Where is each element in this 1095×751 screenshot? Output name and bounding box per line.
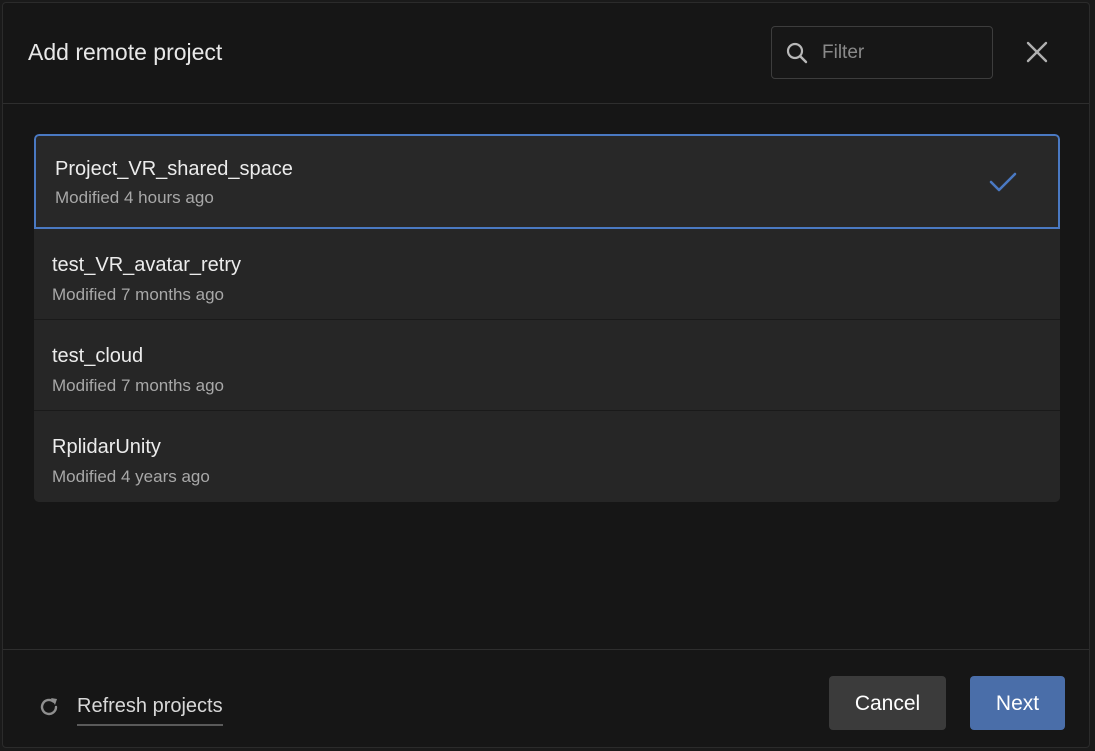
dialog-title: Add remote project	[28, 39, 223, 65]
check-icon	[989, 172, 1017, 192]
close-icon	[1026, 41, 1048, 63]
refresh-projects-link[interactable]: Refresh projects	[37, 687, 223, 726]
filter-input[interactable]	[822, 27, 982, 78]
dialog-footer: Refresh projects Cancel Next	[3, 649, 1089, 749]
next-button[interactable]: Next	[970, 676, 1065, 730]
project-item-selected[interactable]: Project_VR_shared_space Modified 4 hours…	[34, 134, 1060, 229]
project-modified: Modified 7 months ago	[52, 376, 224, 395]
close-button[interactable]	[1025, 40, 1049, 64]
project-modified: Modified 4 years ago	[52, 467, 210, 486]
filter-field[interactable]	[771, 26, 993, 79]
project-list: Project_VR_shared_space Modified 4 hours…	[34, 134, 1060, 502]
project-name: test_VR_avatar_retry	[52, 254, 241, 276]
cancel-button[interactable]: Cancel	[829, 676, 946, 730]
project-name: Project_VR_shared_space	[55, 158, 293, 180]
project-modified: Modified 7 months ago	[52, 285, 224, 304]
dialog-header: Add remote project	[3, 3, 1089, 104]
refresh-icon	[40, 697, 58, 715]
search-icon	[786, 42, 808, 64]
project-name: test_cloud	[52, 345, 144, 367]
project-name: RplidarUnity	[52, 436, 161, 458]
refresh-projects-label[interactable]: Refresh projects	[77, 695, 223, 726]
add-remote-project-dialog: Add remote project Project_VR_shared_spa…	[2, 2, 1090, 748]
project-modified: Modified 4 hours ago	[55, 188, 214, 207]
project-item[interactable]: test_VR_avatar_retry Modified 7 months a…	[34, 229, 1060, 320]
project-item[interactable]: RplidarUnity Modified 4 years ago	[34, 411, 1060, 502]
project-item[interactable]: test_cloud Modified 7 months ago	[34, 320, 1060, 411]
